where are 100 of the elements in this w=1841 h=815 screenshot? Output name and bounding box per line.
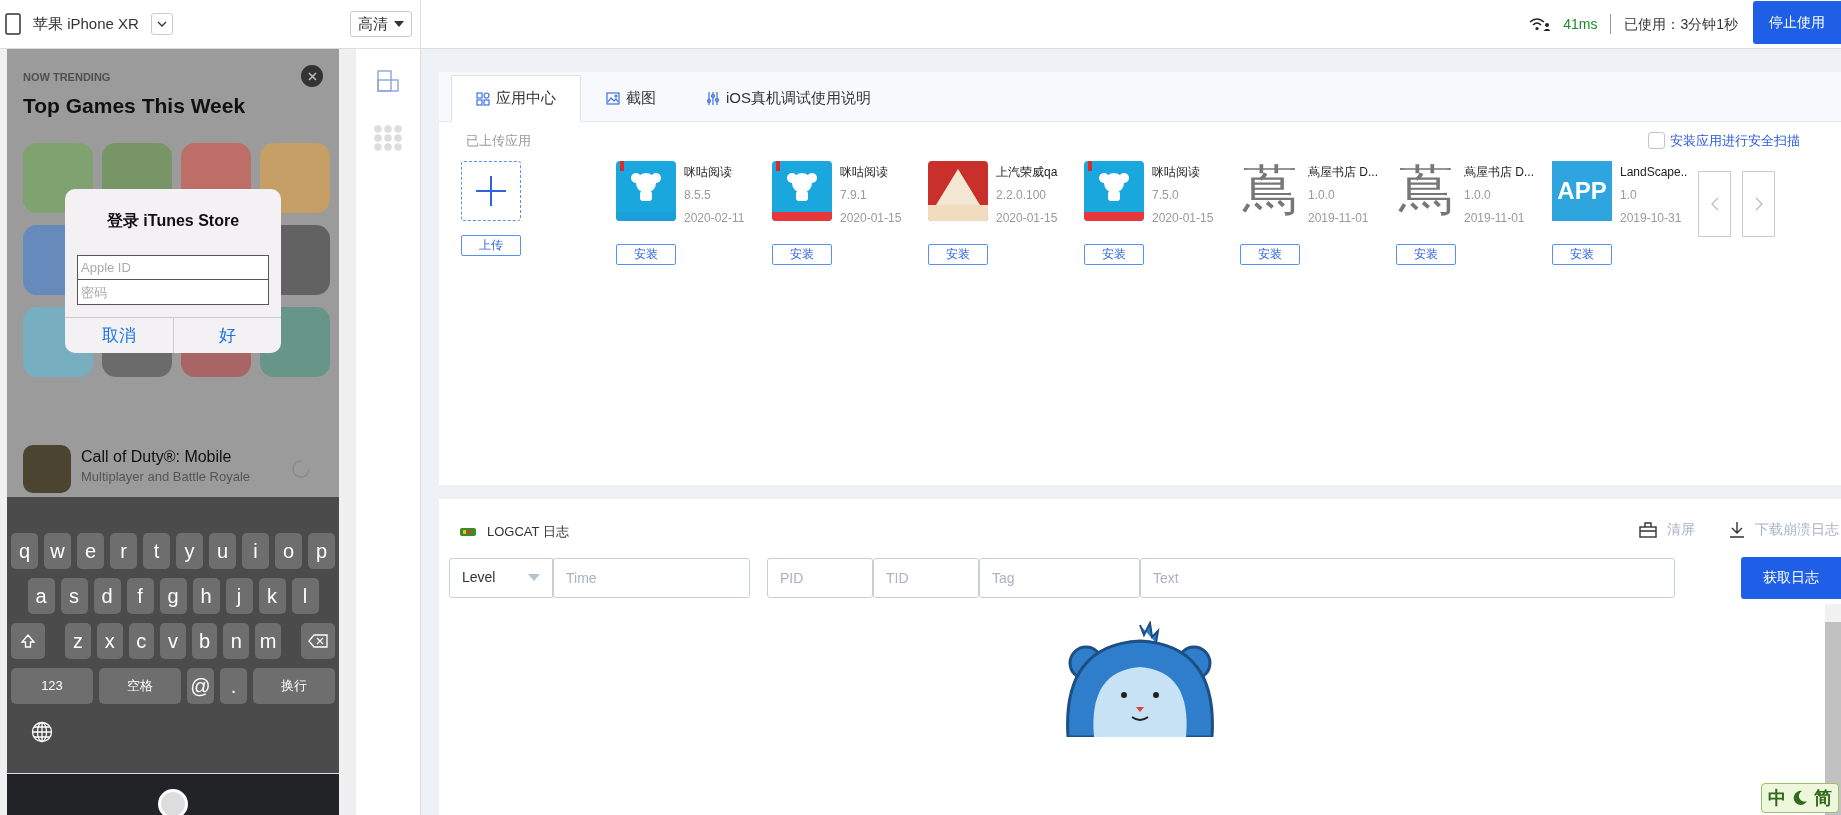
keyboard-key[interactable]: f bbox=[126, 578, 154, 614]
download-icon bbox=[1729, 521, 1745, 539]
quality-select[interactable]: 高清 bbox=[350, 11, 412, 37]
keyboard-key[interactable]: 123 bbox=[11, 668, 93, 704]
tab[interactable]: 截图 bbox=[581, 75, 681, 122]
keyboard-key[interactable]: p bbox=[308, 533, 335, 569]
app-date: 2020-01-15 bbox=[840, 209, 902, 227]
close-icon bbox=[307, 71, 317, 81]
apps-grid-icon bbox=[476, 91, 490, 106]
device-name: 苹果 iPhone XR bbox=[33, 13, 139, 34]
keyboard-key[interactable]: l bbox=[291, 578, 319, 614]
logcat-icon bbox=[459, 525, 477, 538]
keyboard-key[interactable]: 换行 bbox=[253, 668, 335, 704]
app-version: 1.0.0 bbox=[1464, 186, 1492, 204]
keyboard-key[interactable]: q bbox=[11, 533, 38, 569]
keyboard-key[interactable]: c bbox=[128, 623, 155, 659]
keyboard-key[interactable]: h bbox=[192, 578, 220, 614]
keyboard-key[interactable]: d bbox=[93, 578, 121, 614]
keyboard-key[interactable]: z bbox=[65, 623, 91, 659]
filter-input[interactable]: Tag bbox=[979, 557, 1140, 598]
app-version: 1.0.0 bbox=[1308, 186, 1336, 204]
upload-area[interactable] bbox=[461, 160, 521, 221]
app-date: 2019-11-01 bbox=[1464, 209, 1526, 227]
chevron-left-icon bbox=[1710, 196, 1719, 211]
backspace-icon bbox=[307, 634, 328, 648]
install-button[interactable]: 安装 bbox=[928, 243, 988, 265]
home-button[interactable] bbox=[158, 789, 188, 815]
app-version: 1.0 bbox=[1620, 186, 1638, 204]
keyboard-key[interactable]: o bbox=[275, 533, 302, 569]
install-button[interactable]: 安装 bbox=[1396, 243, 1456, 265]
app-icon-glyph: 蔦 bbox=[1397, 160, 1454, 221]
ime-indicator[interactable]: 中 简 bbox=[1761, 783, 1839, 813]
backspace-key[interactable] bbox=[300, 623, 335, 659]
keyboard-key[interactable]: s bbox=[60, 578, 88, 614]
device-dropdown[interactable] bbox=[150, 13, 173, 35]
app-icon: APP bbox=[1552, 160, 1612, 221]
chevron-right-icon bbox=[1754, 196, 1763, 211]
keyboard-key[interactable]: x bbox=[96, 623, 123, 659]
keyboard-key[interactable]: k bbox=[258, 578, 286, 614]
dialog-button[interactable]: 好 bbox=[172, 318, 281, 353]
image-icon bbox=[606, 92, 620, 105]
tab[interactable]: iOS真机调试使用说明 bbox=[681, 75, 896, 122]
keyboard-key[interactable]: u bbox=[209, 533, 236, 569]
keyboard-key[interactable]: b bbox=[191, 623, 218, 659]
dots-grid-icon[interactable] bbox=[374, 125, 402, 151]
close-button[interactable] bbox=[301, 65, 323, 87]
keyboard-key[interactable]: t bbox=[143, 533, 170, 569]
install-button[interactable]: 安装 bbox=[1084, 243, 1144, 265]
install-button[interactable]: 安装 bbox=[616, 243, 676, 265]
keyboard-key[interactable]: 空格 bbox=[99, 668, 181, 704]
app-date: 2019-10-31 bbox=[1620, 209, 1683, 227]
filter-input[interactable]: Time bbox=[553, 557, 750, 598]
keyboard-key[interactable]: g bbox=[159, 578, 187, 614]
keyboard-key[interactable]: i bbox=[242, 533, 269, 569]
app-subtitle: Multiplayer and Battle Royale bbox=[81, 469, 251, 485]
keyboard-key[interactable]: a bbox=[27, 578, 55, 614]
globe-icon[interactable] bbox=[31, 721, 53, 743]
upload-button[interactable]: 上传 bbox=[461, 234, 521, 256]
caret-icon bbox=[528, 574, 540, 581]
app-name: LandScape.. bbox=[1620, 163, 1688, 181]
filter-input[interactable]: TID bbox=[873, 557, 979, 598]
ime-mode: 中 bbox=[1768, 786, 1786, 810]
keyboard-key[interactable]: j bbox=[225, 578, 253, 614]
book-app-icon bbox=[1084, 160, 1144, 221]
app-icon-placeholder bbox=[928, 160, 988, 221]
app-name: 咪咕阅读 bbox=[840, 163, 889, 181]
app-date: 2020-01-15 bbox=[1152, 209, 1214, 227]
keyboard-key[interactable]: @ bbox=[187, 668, 214, 704]
dialog-input[interactable]: Apple ID bbox=[77, 255, 269, 280]
stop-button[interactable]: 停止使用 bbox=[1753, 0, 1841, 44]
section-label: NOW TRENDING bbox=[23, 70, 111, 85]
phone-icon bbox=[5, 13, 21, 35]
app-name: 上汽荣威qa bbox=[996, 163, 1058, 181]
latency-text: 41ms bbox=[1563, 14, 1598, 34]
install-button[interactable]: 安装 bbox=[1552, 243, 1612, 265]
install-button[interactable]: 安装 bbox=[772, 243, 832, 265]
dialog-button[interactable]: 取消 bbox=[65, 318, 173, 353]
keyboard-key[interactable]: w bbox=[44, 533, 71, 569]
dialog-title: 登录 iTunes Store bbox=[105, 211, 241, 231]
app-icon-glyph: 蔦 bbox=[1241, 160, 1298, 221]
app-icon-placeholder bbox=[260, 143, 330, 213]
app-date: 2020-02-11 bbox=[684, 209, 745, 227]
keyboard-key[interactable]: v bbox=[160, 623, 186, 659]
dialog-input[interactable]: 密码 bbox=[77, 280, 269, 305]
keyboard-key[interactable]: m bbox=[255, 623, 281, 659]
tab[interactable]: 应用中心 bbox=[451, 75, 581, 122]
keyboard-key[interactable]: y bbox=[176, 533, 203, 569]
keyboard-key[interactable]: . bbox=[220, 668, 247, 704]
shift-key[interactable] bbox=[11, 623, 46, 659]
keyboard-key[interactable]: n bbox=[223, 623, 250, 659]
fetch-logs-button[interactable]: 获取日志 bbox=[1741, 556, 1841, 599]
keyboard-key[interactable]: e bbox=[77, 533, 104, 569]
keyboard-key[interactable]: r bbox=[110, 533, 137, 569]
filter-input[interactable]: Text bbox=[1140, 557, 1675, 598]
logcat-title: LOGCAT 日志 bbox=[487, 523, 569, 541]
install-button[interactable]: 安装 bbox=[1240, 243, 1300, 265]
app-version: 8.5.5 bbox=[684, 186, 712, 204]
scan-checkbox[interactable] bbox=[1648, 132, 1665, 150]
filter-input[interactable]: PID bbox=[767, 557, 873, 598]
level-select[interactable]: Level bbox=[449, 557, 553, 598]
